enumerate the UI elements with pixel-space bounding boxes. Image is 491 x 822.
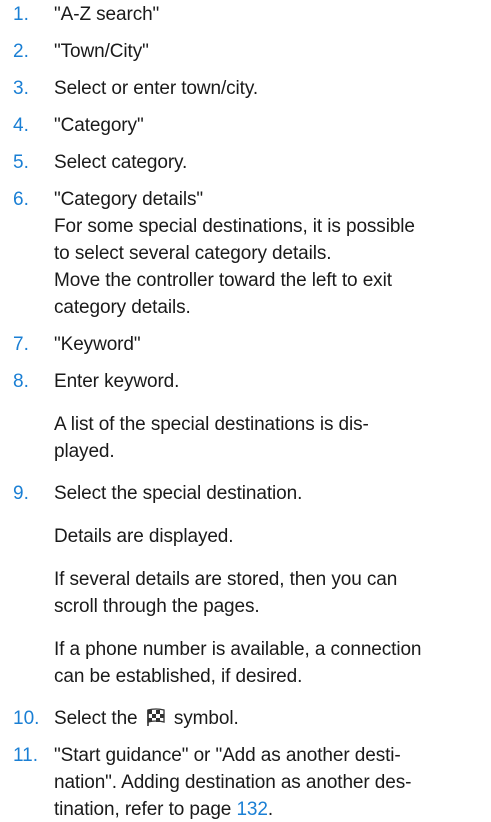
step-number: 9. [13,483,29,504]
step-note: Details are displayed. [54,526,234,547]
step-text: "Keyword" [54,334,141,355]
step-text: "Category" [54,115,144,136]
step-text: Select the special destination. [54,483,303,504]
step-text: tination, refer to page 132. [54,798,273,822]
checkered-flag-icon [146,708,165,726]
step-number: 11. [13,745,39,766]
step-text: "Category details" [54,189,203,210]
step-text: "A-Z search" [54,4,160,25]
step-note: scroll through the pages. [54,596,260,617]
step-text: "Start guidance" or "Add as another dest… [54,745,401,766]
step-text: Select category. [54,152,188,173]
step-note: If several details are stored, then you … [54,569,398,590]
step-note: played. [54,441,115,462]
step-text-before: Select the [54,708,138,729]
page-reference-link[interactable]: 132 [236,799,268,820]
step-number: 5. [13,152,29,173]
step-text: to select several category details. [54,243,332,264]
page-ref-prefix: tination, refer to page [54,799,232,820]
step-text: category details. [54,297,191,318]
manual-page: 1. "A-Z search" 2. "Town/City" 3. Select… [0,0,491,820]
step-text: For some special destinations, it is pos… [54,216,415,237]
step-number: 7. [13,334,29,355]
page-ref-suffix: . [267,799,274,820]
step-number: 4. [13,115,29,136]
step-text-after: symbol. [173,708,239,729]
step-note: can be established, if desired. [54,666,303,687]
step-note: If a phone number is available, a connec… [54,639,422,660]
step-number: 10. [13,708,40,729]
step-number: 1. [13,4,29,25]
step-text: Enter keyword. [54,371,180,392]
step-note: A list of the special destinations is di… [54,414,369,435]
step-text: Select the symbol. [54,707,239,731]
step-text: Select or enter town/city. [54,78,259,99]
step-number: 2. [13,41,29,62]
step-text: "Town/City" [54,41,149,62]
step-number: 8. [13,371,29,392]
step-text: Move the controller toward the left to e… [54,270,392,291]
step-number: 6. [13,189,29,210]
step-text: nation". Adding destination as another d… [54,772,412,793]
step-number: 3. [13,78,29,99]
